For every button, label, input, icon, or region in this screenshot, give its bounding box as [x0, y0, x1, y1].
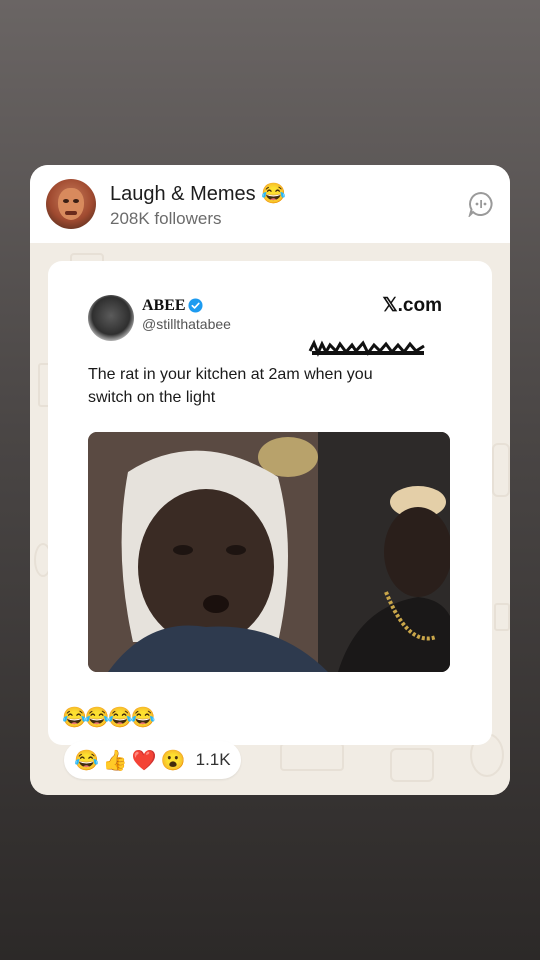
tweet-author-handle: @stillthatabee	[142, 316, 231, 332]
channel-name[interactable]: Laugh & Memes 😂	[110, 181, 286, 206]
follower-count: 208K followers	[110, 209, 222, 228]
redaction-scribble	[308, 339, 425, 357]
heart-reaction: ❤️	[131, 749, 157, 772]
tweet-author-name: ABEE	[142, 297, 186, 314]
channel-post-card: Laugh & Memes 😂 208K followers ABEE @sti…	[30, 165, 510, 795]
channel-header[interactable]: Laugh & Memes 😂 208K followers	[30, 165, 510, 243]
tweet-text: The rat in your kitchen at 2am when you …	[88, 366, 373, 406]
channel-avatar[interactable]	[46, 179, 96, 229]
chat-background: ABEE @stillthatabee 𝕏.com The rat in you…	[30, 243, 510, 795]
reaction-count: 1.1K	[195, 750, 231, 769]
x-logo: 𝕏.com	[382, 295, 442, 316]
verified-badge-icon	[188, 298, 203, 313]
meme-photo[interactable]	[88, 432, 450, 672]
message-caption: 😂😂😂😂	[62, 707, 156, 729]
laughing-reaction: 😂	[74, 749, 99, 772]
tweet-author-avatar	[88, 295, 134, 341]
meme-photo-illustration	[88, 432, 450, 672]
thumbs-up-reaction: 👍	[102, 749, 128, 772]
surprised-reaction: 😮	[160, 749, 186, 772]
channel-chat-icon[interactable]	[468, 191, 494, 217]
message-bubble[interactable]: ABEE @stillthatabee 𝕏.com The rat in you…	[48, 261, 492, 745]
reactions-bar[interactable]: 😂 👍 ❤️ 😮 1.1K	[64, 741, 241, 779]
